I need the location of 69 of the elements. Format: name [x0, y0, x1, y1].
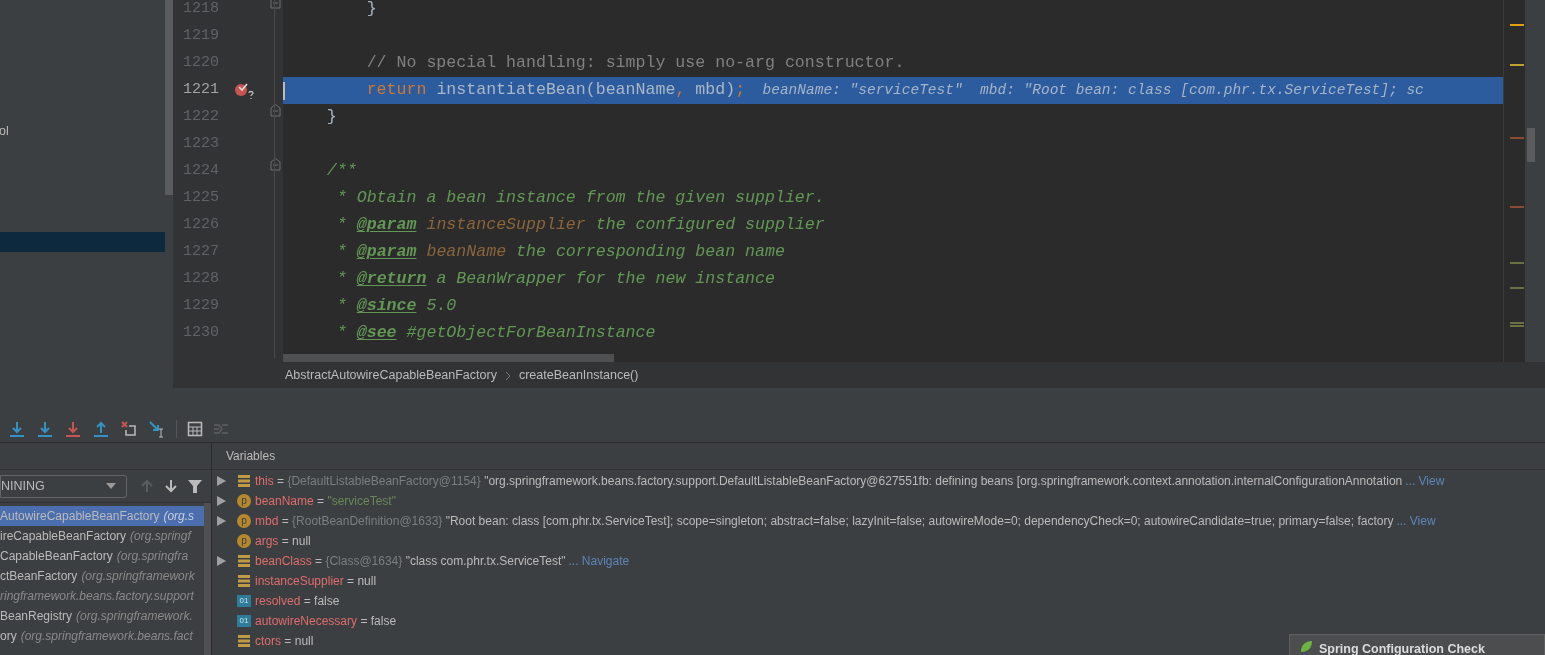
table-icon[interactable] — [187, 420, 203, 437]
code-line: } — [325, 106, 337, 129]
line-number: 1221 — [182, 80, 219, 101]
variable-entry[interactable]: instanceSupplier = null — [255, 572, 377, 590]
force-step-into-icon[interactable] — [64, 419, 82, 438]
variable-entry[interactable]: ctors = null — [255, 632, 314, 650]
code-line: * @param instanceSupplier the configured supplier — [335, 214, 825, 237]
up-arrow-icon[interactable] — [140, 479, 154, 493]
code-line: } — [365, 0, 377, 21]
expand-arrow-icon[interactable] — [217, 496, 226, 506]
expand-arrow-icon[interactable] — [217, 516, 226, 526]
tree-item[interactable]: ol — [0, 121, 9, 141]
down-arrow-icon[interactable] — [164, 479, 178, 493]
variable-entry[interactable]: resolved = false — [255, 592, 340, 610]
expand-arrow-icon[interactable] — [217, 556, 226, 566]
code-line: // No special handling: simply use no-arg constructor. — [365, 52, 905, 75]
stack-frame[interactable]: ringframework.beans.factory.support — [0, 586, 204, 606]
primitive-icon: 01 — [237, 615, 251, 627]
variable-entry[interactable]: this = {DefaultListableBeanFactory@1154} "org.springframework.beans.factory.support.DefaultListableBeanFactory@627551fb: defining beans [org.springframework.context.annotation.internalConfigurationAnnotation — [255, 472, 1403, 490]
variable-entry[interactable]: beanClass = {Class@1634} "class com.phr.tx.ServiceTest" — [255, 552, 566, 570]
fold-marker-icon[interactable] — [270, 158, 281, 171]
field-icon — [237, 574, 251, 588]
horizontal-scrollbar-thumb[interactable] — [283, 354, 614, 362]
code-line: * Obtain a bean instance from the given supplier. — [335, 187, 825, 210]
scrollbar-track[interactable] — [204, 503, 211, 655]
text-caret — [283, 82, 285, 100]
breadcrumb[interactable]: AbstractAutowireCapableBeanFactory — [285, 366, 497, 385]
variable-entry[interactable]: beanName = "serviceTest" — [255, 492, 396, 510]
step-over-icon[interactable] — [8, 419, 26, 438]
stack-frame[interactable]: ctBeanFactory (org.springframework — [0, 566, 204, 586]
leaf-icon — [1300, 640, 1313, 653]
stack-frame[interactable]: AutowireCapableBeanFactory (org.s — [0, 506, 204, 526]
field-icon — [237, 474, 251, 488]
parameter-icon: p — [237, 494, 251, 508]
filter-icon[interactable] — [188, 479, 202, 493]
view-link[interactable]: ... View — [1405, 472, 1445, 490]
primitive-icon: 01 — [237, 595, 251, 607]
variable-entry[interactable]: args = null — [255, 532, 311, 550]
expand-arrow-icon[interactable] — [217, 476, 226, 486]
code-line: * @since 5.0 — [335, 295, 457, 318]
parameter-icon: p — [237, 534, 251, 548]
step-out-icon[interactable] — [92, 419, 110, 438]
code-line: * @see #getObjectForBeanInstance — [335, 322, 656, 345]
field-icon — [237, 634, 251, 648]
code-line: /** — [325, 160, 357, 183]
breakpoint-icon[interactable] — [234, 81, 256, 100]
stack-frame[interactable]: ory (org.springframework.beans.fact — [0, 626, 204, 646]
stack-frame[interactable]: ireCapableBeanFactory (org.springf — [0, 526, 204, 546]
code-line: * @param beanName the corresponding bean name — [335, 241, 785, 264]
chevron-icon — [504, 370, 511, 381]
stack-frame[interactable]: CapableBeanFactory (org.springfra — [0, 546, 204, 566]
run-to-cursor-icon[interactable] — [148, 419, 166, 438]
field-icon — [237, 554, 251, 568]
step-into-icon[interactable] — [36, 419, 54, 438]
panel-title: Variables — [212, 443, 1545, 470]
breadcrumb[interactable]: createBeanInstance() — [518, 366, 639, 385]
parameter-icon: p — [237, 514, 251, 528]
notification-balloon[interactable]: Spring Configuration Check — [1289, 634, 1545, 655]
scrollbar-thumb[interactable] — [1527, 128, 1535, 162]
code-line: return instantiateBean(beanName, mbd); beanName: "serviceTest" mbd: "Root bean: class [com.phr.tx.ServiceTest]; sc — [365, 79, 1424, 102]
scrollbar-thumb[interactable] — [165, 0, 173, 195]
drop-frame-icon[interactable] — [120, 419, 138, 438]
stack-frame[interactable]: BeanRegistry (org.springframework. — [0, 606, 204, 626]
caret-icon — [106, 483, 116, 489]
fold-marker-icon[interactable] — [270, 104, 281, 117]
variable-entry[interactable]: mbd = {RootBeanDefinition@1633} "Root bean: class [com.phr.tx.ServiceTest]; scope=singleton; abstract=false; lazyInit=false; autowireMode=0; dependencyCheck=0; autowireCandidate=true; primary=false; factory — [255, 512, 1394, 530]
variable-entry[interactable]: autowireNecessary = false — [255, 612, 397, 630]
thread-dropdown[interactable]: NINING — [0, 474, 127, 498]
code-line: * @return a BeanWrapper for the new instance — [335, 268, 775, 291]
